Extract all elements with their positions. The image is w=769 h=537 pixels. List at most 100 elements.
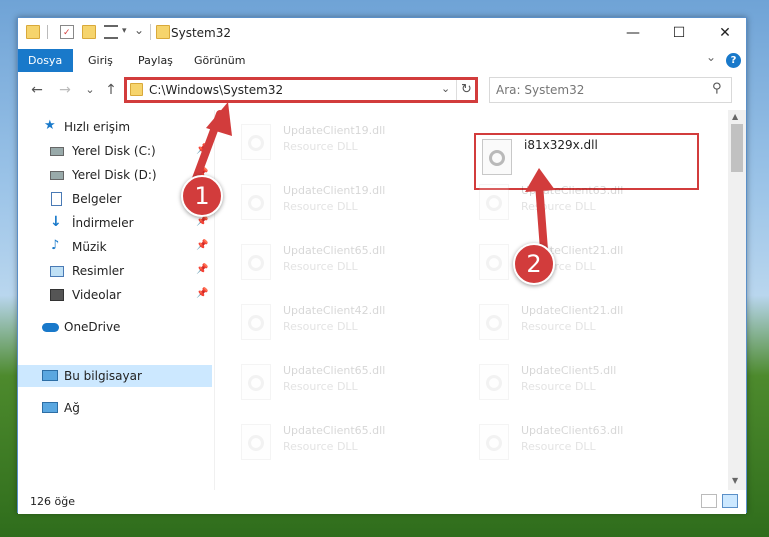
file-name: UpdateClient21.dll: [521, 304, 624, 317]
documents-icon: [51, 192, 62, 206]
file-type: Resource DLL: [283, 260, 358, 273]
file-name: UpdateClient5.dll: [521, 364, 617, 377]
recent-locations-button[interactable]: ⌄: [81, 81, 99, 99]
step-badge-2: 2: [513, 243, 555, 285]
dll-file-icon: [241, 124, 271, 160]
file-item[interactable]: UpdateClient65.dll Resource DLL: [235, 358, 465, 404]
file-name: UpdateClient63.dll: [521, 424, 624, 437]
sidebar-item-pictures[interactable]: Resimler 📌: [18, 260, 212, 282]
sidebar-item-label: Videolar: [72, 288, 122, 302]
sidebar-item-label: İndirmeler: [72, 216, 134, 230]
dll-file-icon: [479, 304, 509, 340]
tab-giris[interactable]: Giriş: [78, 49, 123, 72]
pin-icon[interactable]: 📌: [196, 288, 208, 299]
pin-icon[interactable]: 📌: [196, 240, 208, 251]
file-item[interactable]: UpdateClient65.dll Resource DLL: [235, 418, 465, 464]
music-icon: ♪: [51, 238, 60, 253]
tab-paylas[interactable]: Paylaş: [128, 49, 183, 72]
minimize-button[interactable]: —: [610, 18, 656, 48]
gear-icon: [248, 315, 264, 331]
dll-file-icon: [241, 184, 271, 220]
file-name: UpdateClient19.dll: [283, 184, 386, 197]
close-button[interactable]: ✕: [702, 18, 748, 48]
pictures-icon: [50, 266, 64, 277]
gear-icon: [489, 150, 505, 166]
file-item[interactable]: UpdateClient63.dll Resource DLL: [473, 418, 703, 464]
sidebar-item-label: Ağ: [64, 401, 80, 415]
network-icon: [42, 402, 58, 413]
file-type: Resource DLL: [521, 320, 596, 333]
file-name: UpdateClient65.dll: [283, 244, 386, 257]
file-type: Resource DLL: [283, 380, 358, 393]
scroll-down-icon[interactable]: ▼: [732, 476, 738, 485]
scroll-up-icon[interactable]: ▲: [732, 112, 738, 121]
up-button[interactable]: ↑: [102, 81, 120, 99]
sidebar-item-label: Yerel Disk (C:): [72, 144, 156, 158]
drive-icon: [50, 171, 64, 180]
status-bar: 126 öğe: [18, 490, 746, 514]
sidebar-item-network[interactable]: Ağ: [18, 397, 212, 419]
file-type: Resource DLL: [521, 380, 596, 393]
pin-icon[interactable]: 📌: [196, 264, 208, 275]
sidebar-item-music[interactable]: ♪ Müzik 📌: [18, 236, 212, 258]
customize-icon[interactable]: [104, 25, 118, 39]
details-view-icon[interactable]: [701, 494, 717, 508]
search-icon[interactable]: ⚲: [712, 81, 722, 96]
file-name: UpdateClient19.dll: [283, 124, 386, 137]
file-item[interactable]: UpdateClient5.dll Resource DLL: [473, 358, 703, 404]
explorer-window: ✓ ▾ ⌄ System32 — ☐ ✕ Dosya Giriş Paylaş …: [17, 17, 748, 514]
gear-icon: [248, 255, 264, 271]
sidebar-item-label: Yerel Disk (D:): [72, 168, 157, 182]
search-box[interactable]: ⚲: [489, 77, 732, 103]
file-item[interactable]: UpdateClient19.dll Resource DLL: [235, 178, 465, 224]
file-item[interactable]: UpdateClient42.dll Resource DLL: [235, 298, 465, 344]
file-item[interactable]: UpdateClient19.dll Resource DLL: [235, 118, 465, 164]
dll-file-icon: [479, 244, 509, 280]
scroll-thumb[interactable]: [731, 124, 743, 172]
file-item[interactable]: UpdateClient63.dll Resource DLL: [473, 178, 703, 224]
new-folder-icon[interactable]: [82, 25, 96, 39]
properties-icon[interactable]: ✓: [60, 25, 74, 39]
sidebar-item-label: Müzik: [72, 240, 107, 254]
expand-ribbon-icon[interactable]: ⌄: [706, 50, 716, 64]
sidebar-item-label: Belgeler: [72, 192, 122, 206]
gear-icon: [486, 195, 502, 211]
dll-file-icon: [241, 304, 271, 340]
gear-icon: [486, 435, 502, 451]
file-name: UpdateClient65.dll: [283, 364, 386, 377]
item-count: 126 öğe: [30, 495, 75, 508]
sidebar-item-onedrive[interactable]: OneDrive: [18, 316, 212, 338]
file-type: Resource DLL: [283, 140, 358, 153]
tab-dosya[interactable]: Dosya: [18, 49, 73, 72]
tab-gorunum[interactable]: Görünüm: [184, 49, 255, 72]
search-input[interactable]: [496, 82, 696, 98]
sidebar-item-label: Bu bilgisayar: [64, 369, 142, 383]
gear-icon: [248, 375, 264, 391]
file-type: Resource DLL: [283, 440, 358, 453]
help-icon[interactable]: ?: [726, 53, 741, 68]
sidebar-item-label: OneDrive: [64, 320, 121, 334]
file-item[interactable]: UpdateClient21.dll Resource DLL: [473, 298, 703, 344]
sidebar-item-videos[interactable]: Videolar 📌: [18, 284, 212, 306]
dll-file-icon: [241, 244, 271, 280]
step-badge-1: 1: [181, 175, 223, 217]
forward-button[interactable]: →: [56, 81, 74, 99]
folder-icon: [26, 25, 40, 39]
large-icons-view-icon[interactable]: [722, 494, 738, 508]
gear-icon: [248, 195, 264, 211]
pin-icon[interactable]: 📌: [196, 216, 208, 227]
gear-icon: [248, 435, 264, 451]
vertical-scrollbar[interactable]: ▲ ▼: [728, 110, 746, 490]
video-icon: [50, 289, 64, 301]
sidebar-item-this-pc[interactable]: Bu bilgisayar: [18, 365, 212, 387]
file-list: UpdateClient19.dll Resource DLL UpdateCl…: [215, 110, 728, 490]
sidebar-item-downloads[interactable]: ↓ İndirmeler 📌: [18, 212, 212, 234]
back-button[interactable]: ←: [28, 81, 46, 99]
chevron-down-icon[interactable]: ▾: [122, 26, 127, 36]
maximize-button[interactable]: ☐: [656, 18, 702, 48]
quick-access-dropdown-icon[interactable]: ⌄: [134, 23, 144, 37]
file-item[interactable]: UpdateClient21.dll Resource DLL: [473, 238, 703, 284]
file-item[interactable]: UpdateClient65.dll Resource DLL: [235, 238, 465, 284]
separator: [47, 25, 48, 39]
gear-icon: [486, 255, 502, 271]
